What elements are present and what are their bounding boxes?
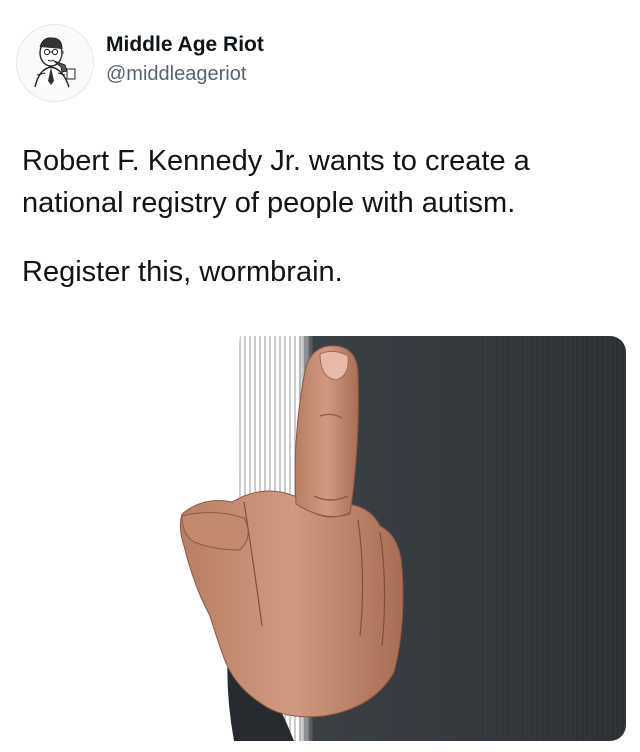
middle-finger-photo xyxy=(174,336,626,741)
tweet-text: Robert F. Kennedy Jr. wants to create a … xyxy=(22,140,622,293)
tweet-media-image[interactable] xyxy=(174,336,626,741)
tweet-card: Middle Age Riot @middleageriot Robert F.… xyxy=(0,0,640,752)
man-with-pipe-sketch-icon xyxy=(34,37,76,88)
tweet-paragraph-2: Register this, wormbrain. xyxy=(22,256,343,288)
tweet-paragraph-1: Robert F. Kennedy Jr. wants to create a … xyxy=(22,145,530,219)
author-display-name[interactable]: Middle Age Riot xyxy=(106,33,264,57)
author-handle[interactable]: @middleageriot xyxy=(106,63,246,86)
author-avatar[interactable] xyxy=(16,24,94,102)
